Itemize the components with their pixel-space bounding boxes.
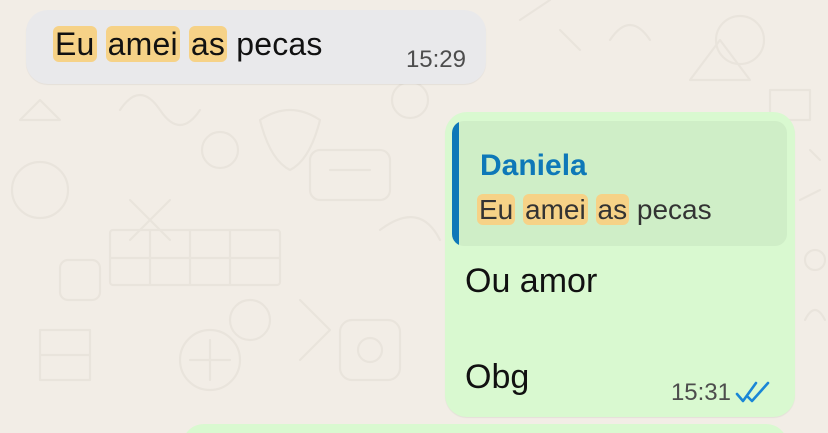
- outgoing-message-bubble[interactable]: Daniela Eu amei as pecas Ou amor Obg 15:…: [445, 112, 795, 417]
- quote-accent-bar: [452, 121, 459, 246]
- message-timestamp: 15:31: [670, 379, 731, 406]
- search-highlight: Eu: [53, 26, 97, 62]
- quoted-message-text: Eu amei as pecas: [477, 194, 712, 226]
- message-word: pecas: [236, 26, 323, 62]
- incoming-message-bubble[interactable]: Eu amei as pecas 15:29: [26, 10, 486, 84]
- reply-text-line: Obg: [465, 358, 530, 396]
- search-highlight: Eu: [477, 194, 516, 225]
- incoming-message-text: Eu amei as pecas: [53, 26, 323, 63]
- double-check-read-icon: [735, 381, 770, 403]
- next-message-bubble[interactable]: [182, 424, 788, 433]
- quoted-message[interactable]: Daniela Eu amei as pecas: [452, 121, 787, 246]
- search-highlight: as: [595, 194, 630, 225]
- search-highlight: amei: [105, 26, 180, 62]
- reply-text-line: Ou amor: [465, 262, 598, 300]
- search-highlight: amei: [523, 194, 588, 225]
- message-timestamp: 15:29: [405, 46, 466, 73]
- message-word: pecas: [636, 194, 712, 225]
- quoted-sender-name: Daniela: [480, 149, 587, 182]
- search-highlight: as: [188, 26, 228, 62]
